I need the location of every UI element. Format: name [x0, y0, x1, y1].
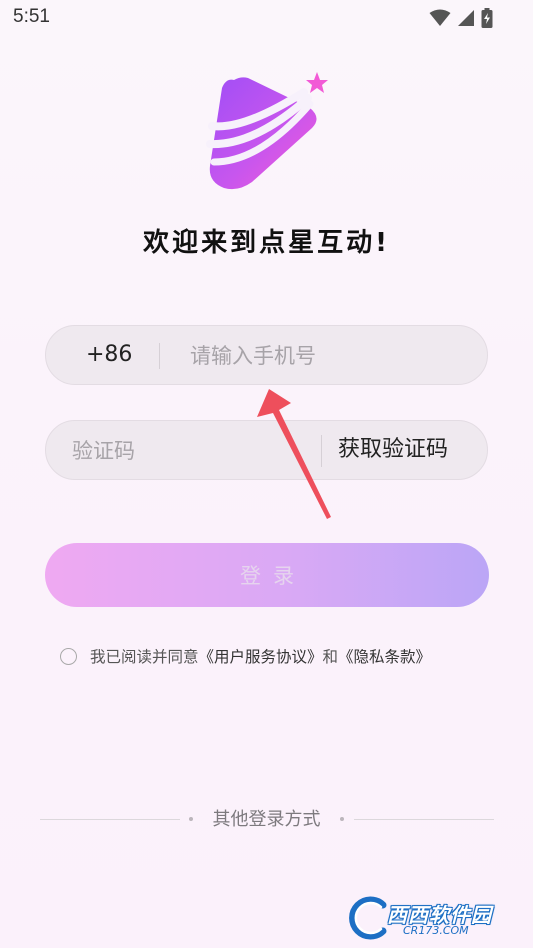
- watermark-sub: CR173.COM: [403, 924, 469, 937]
- status-time: 5:51: [13, 6, 50, 27]
- phone-input[interactable]: [188, 326, 472, 386]
- country-code-selector[interactable]: +86: [86, 326, 132, 384]
- phone-divider: [159, 343, 160, 369]
- agreement-prefix: 我已阅读并同意: [90, 648, 199, 666]
- watermark: 西西软件园 CR173.COM: [343, 895, 513, 941]
- status-icons: [429, 8, 493, 28]
- signal-icon: [458, 10, 474, 26]
- annotation-arrow-icon: [257, 389, 331, 519]
- phone-field[interactable]: +86: [45, 325, 488, 386]
- welcome-title: 欢迎来到点星互动!: [143, 228, 390, 258]
- status-bar: 5:51: [0, 0, 533, 36]
- get-code-button[interactable]: 获取验证码: [338, 421, 448, 479]
- other-login-title: 其他登录方式: [212, 809, 321, 830]
- battery-charging-icon: [481, 8, 493, 28]
- login-button[interactable]: 登录: [45, 543, 489, 607]
- divider-dot-right: [340, 817, 344, 821]
- divider-right: [354, 819, 494, 820]
- privacy-link[interactable]: 《隐私条款》: [338, 645, 431, 667]
- other-login-section: 其他登录方式: [0, 806, 533, 834]
- agreement-row: 我已阅读并同意 《用户服务协议》 和 《隐私条款》: [60, 645, 431, 667]
- terms-link[interactable]: 《用户服务协议》: [199, 645, 323, 667]
- watermark-logo-icon: [349, 896, 387, 940]
- app-logo: [206, 72, 328, 190]
- wifi-icon: [429, 9, 451, 26]
- agree-checkbox[interactable]: [60, 647, 77, 665]
- agreement-conjunction: 和: [322, 648, 339, 666]
